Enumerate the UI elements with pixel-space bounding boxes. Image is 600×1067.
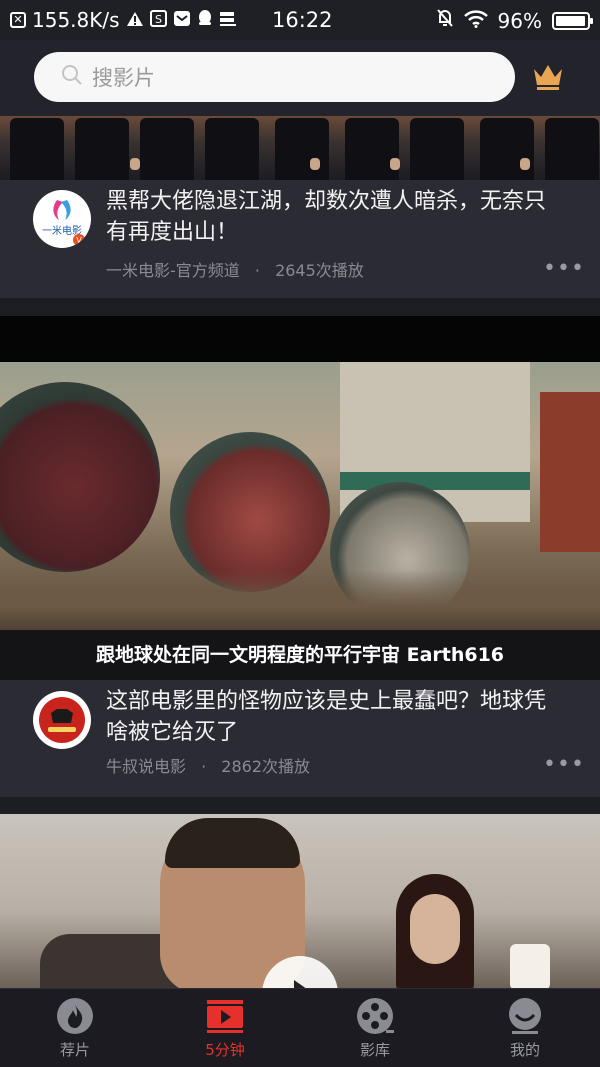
meta-separator: · — [254, 261, 260, 280]
storage-icon — [219, 8, 237, 32]
video-subtitle: 跟地球处在同一文明程度的平行宇宙 Earth616 — [0, 630, 600, 680]
nav-label: 5分钟 — [205, 1041, 245, 1059]
status-right: 96% — [436, 8, 593, 33]
play-count: 2645次播放 — [275, 261, 364, 280]
channel-name[interactable]: 牛叔说电影 — [106, 757, 186, 776]
meta-separator: · — [201, 757, 207, 776]
video-meta: 牛叔说电影 · 2862次播放 — [106, 753, 310, 777]
mail-icon — [173, 8, 191, 32]
video-thumbnail[interactable] — [0, 116, 600, 180]
letterbox-top — [0, 316, 600, 362]
channel-name[interactable]: 一米电影-官方频道 — [106, 261, 240, 280]
search-input[interactable]: 搜影片 — [34, 52, 515, 102]
qq-icon — [197, 8, 213, 32]
more-options-icon[interactable]: ••• — [543, 256, 585, 281]
svg-text:V: V — [76, 236, 82, 245]
nav-label: 我的 — [509, 1041, 540, 1059]
video-title[interactable]: 黑帮大佬隐退江湖，却数次遭人暗杀，无奈只有再度出山！ — [106, 186, 566, 248]
channel-avatar[interactable]: 一米电影 V — [33, 190, 91, 248]
video-meta: 一米电影-官方频道 · 2645次播放 — [106, 257, 364, 281]
video-thumbnail[interactable] — [0, 362, 600, 630]
channel-avatar[interactable] — [33, 691, 91, 749]
play-count: 2862次播放 — [221, 757, 311, 776]
battery-icon — [552, 11, 593, 30]
nav-label: 荐片 — [59, 1041, 90, 1059]
card-divider — [0, 797, 600, 814]
header: 搜影片 — [0, 40, 600, 116]
close-box-icon: ✕ — [10, 12, 26, 28]
app-s-icon: S — [149, 8, 167, 32]
crown-icon[interactable] — [531, 61, 565, 95]
mute-bell-icon — [436, 8, 454, 33]
video-title[interactable]: 这部电影里的怪物应该是史上最蠢吧？地球凭啥被它给灭了 — [106, 686, 566, 748]
nav-item-library[interactable]: 影库 — [300, 989, 450, 1067]
bottom-nav: 荐片 5分钟 影库 我的 — [0, 988, 600, 1067]
profile-icon — [506, 997, 544, 1035]
nav-item-mine[interactable]: 我的 — [450, 989, 600, 1067]
status-left: ✕ 155.8K/s S — [10, 8, 250, 32]
play-video-icon — [206, 997, 244, 1035]
net-speed: 155.8K/s — [32, 8, 120, 32]
film-reel-icon — [356, 997, 394, 1035]
battery-percent: 96% — [497, 8, 542, 33]
nav-item-recommend[interactable]: 荐片 — [0, 989, 150, 1067]
status-bar: ✕ 155.8K/s S 16:22 96% — [0, 0, 600, 40]
search-icon — [60, 63, 92, 91]
flame-icon — [56, 997, 94, 1035]
more-options-icon[interactable]: ••• — [543, 752, 585, 777]
wifi-icon — [463, 9, 488, 33]
video-card[interactable]: 这部电影里的怪物应该是史上最蠢吧？地球凭啥被它给灭了 牛叔说电影 · 2862次… — [0, 680, 600, 797]
video-card[interactable]: 一米电影 V 黑帮大佬隐退江湖，却数次遭人暗杀，无奈只有再度出山！ 一米电影-官… — [0, 180, 600, 298]
clock: 16:22 — [272, 8, 333, 32]
warning-icon — [126, 8, 144, 32]
search-placeholder: 搜影片 — [92, 66, 155, 90]
nav-item-5min[interactable]: 5分钟 — [150, 989, 300, 1067]
svg-text:S: S — [155, 13, 162, 26]
nav-label: 影库 — [359, 1041, 390, 1059]
card-divider — [0, 298, 600, 316]
